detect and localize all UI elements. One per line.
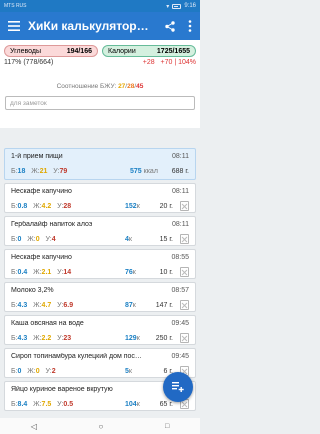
food-weight: 15 г. [159,236,173,243]
food-item-card[interactable]: Нескафе капучино 08:11 Б:0.8 Ж:4.2 У:28 152… [4,183,196,213]
food-time: 08:11 [172,221,189,228]
clock: 9:16 [184,3,196,9]
wifi-icon: ▾ [166,3,170,10]
delete-icon[interactable] [180,201,189,211]
calories-badge: Калории 1725/1655 [102,45,196,57]
carrier-text: MTS RUS [4,2,27,9]
recents-icon[interactable]: □ [165,423,169,430]
share-button[interactable] [160,12,180,40]
food-name: Сироп топинамбура кулецкий дом пос… [11,353,142,360]
food-time: 09:45 [171,320,189,327]
food-item-card[interactable]: Каша овсяная на воде 09:45 Б:4.3 Ж:2.2 У:2… [4,315,196,345]
food-name: Нескафе капучино [11,188,72,195]
food-weight: 250 г. [155,335,173,342]
food-name: Молоко 3,2% [11,287,54,294]
food-weight: 147 г. [155,302,173,309]
food-time: 08:57 [171,287,189,294]
food-kcal: 5к [125,368,132,375]
food-item-card[interactable]: Молоко 3,2% 08:57 Б:4.3 Ж:4.7 У:6.9 87к 147 … [4,282,196,312]
carbs-badge: Углеводы 194/166 [4,45,98,57]
food-kcal: 152к [125,203,140,210]
meal-header-card[interactable]: 1-й прием пищи 08:11 Б:18 Ж:21 У:79 575 … [4,148,196,180]
food-item-card[interactable]: Гербалайф напиток алоэ 08:11 Б:0 Ж:0 У:4 4к… [4,216,196,246]
food-name: Каша овсяная на воде [11,320,84,327]
food-time: 08:55 [171,254,189,261]
daily-summary: Углеводы 194/166 Калории 1725/1655 117% … [0,40,200,128]
overflow-menu-button[interactable] [180,12,200,40]
app-bar: ХиКи калькулятор… [0,12,200,40]
food-time: 09:45 [171,353,189,360]
food-nutrients: Б:8.4 Ж:7.5 У:0.5 [11,401,74,408]
food-weight: 20 г. [159,203,173,210]
playlist-add-icon [172,382,184,392]
add-food-fab[interactable] [163,372,193,402]
hamburger-icon [8,21,20,31]
food-nutrients: Б:0.4 Ж:2.1 У:14 [11,269,72,276]
back-icon[interactable]: ◁ [31,422,37,431]
food-kcal: 129к [125,335,140,342]
food-kcal: 4к [125,236,132,243]
food-kcal: 87к [125,302,136,309]
food-item-card[interactable]: Сироп топинамбура кулецкий дом пос… 09:45… [4,348,196,378]
share-icon [165,20,175,32]
more-vert-icon [188,20,192,32]
system-nav-bar: ◁ ○ □ [0,418,200,434]
delete-icon[interactable] [180,333,189,343]
status-bar: MTS RUS ▾ 9:16 [0,0,200,12]
food-name: Нескафе капучино [11,254,72,261]
delete-icon[interactable] [180,234,189,244]
menu-button[interactable] [0,12,28,40]
food-nutrients: Б:0 Ж:0 У:2 [11,368,56,375]
home-icon[interactable]: ○ [99,422,104,431]
food-nutrients: Б:0.8 Ж:4.2 У:28 [11,203,72,210]
food-kcal: 104к [125,401,140,408]
notes-field[interactable]: для заметок [5,96,195,110]
food-nutrients: Б:4.3 Ж:2.2 У:23 [11,335,72,342]
battery-icon [172,3,182,9]
food-kcal: 76к [125,269,136,276]
bzhu-ratio: Соотношение БЖУ: 27/28/45 [56,83,144,90]
food-weight: 10 г. [159,269,173,276]
food-nutrients: Б:0 Ж:0 У:4 [11,236,56,243]
food-time: 08:11 [172,188,189,195]
delete-icon[interactable] [180,300,189,310]
food-weight: 65 г. [159,401,173,408]
summary-details: 117% (778/664) +28 +70 | 104% [4,59,196,66]
food-item-card[interactable]: Нескафе капучино 08:55 Б:0.4 Ж:2.1 У:14 76к… [4,249,196,279]
food-nutrients: Б:4.3 Ж:4.7 У:6.9 [11,302,74,309]
delete-icon[interactable] [180,267,189,277]
food-name: Яйцо куриное вареное вкрутую [11,386,113,393]
food-name: Гербалайф напиток алоэ [11,221,93,228]
app-title: ХиКи калькулятор… [28,19,149,33]
